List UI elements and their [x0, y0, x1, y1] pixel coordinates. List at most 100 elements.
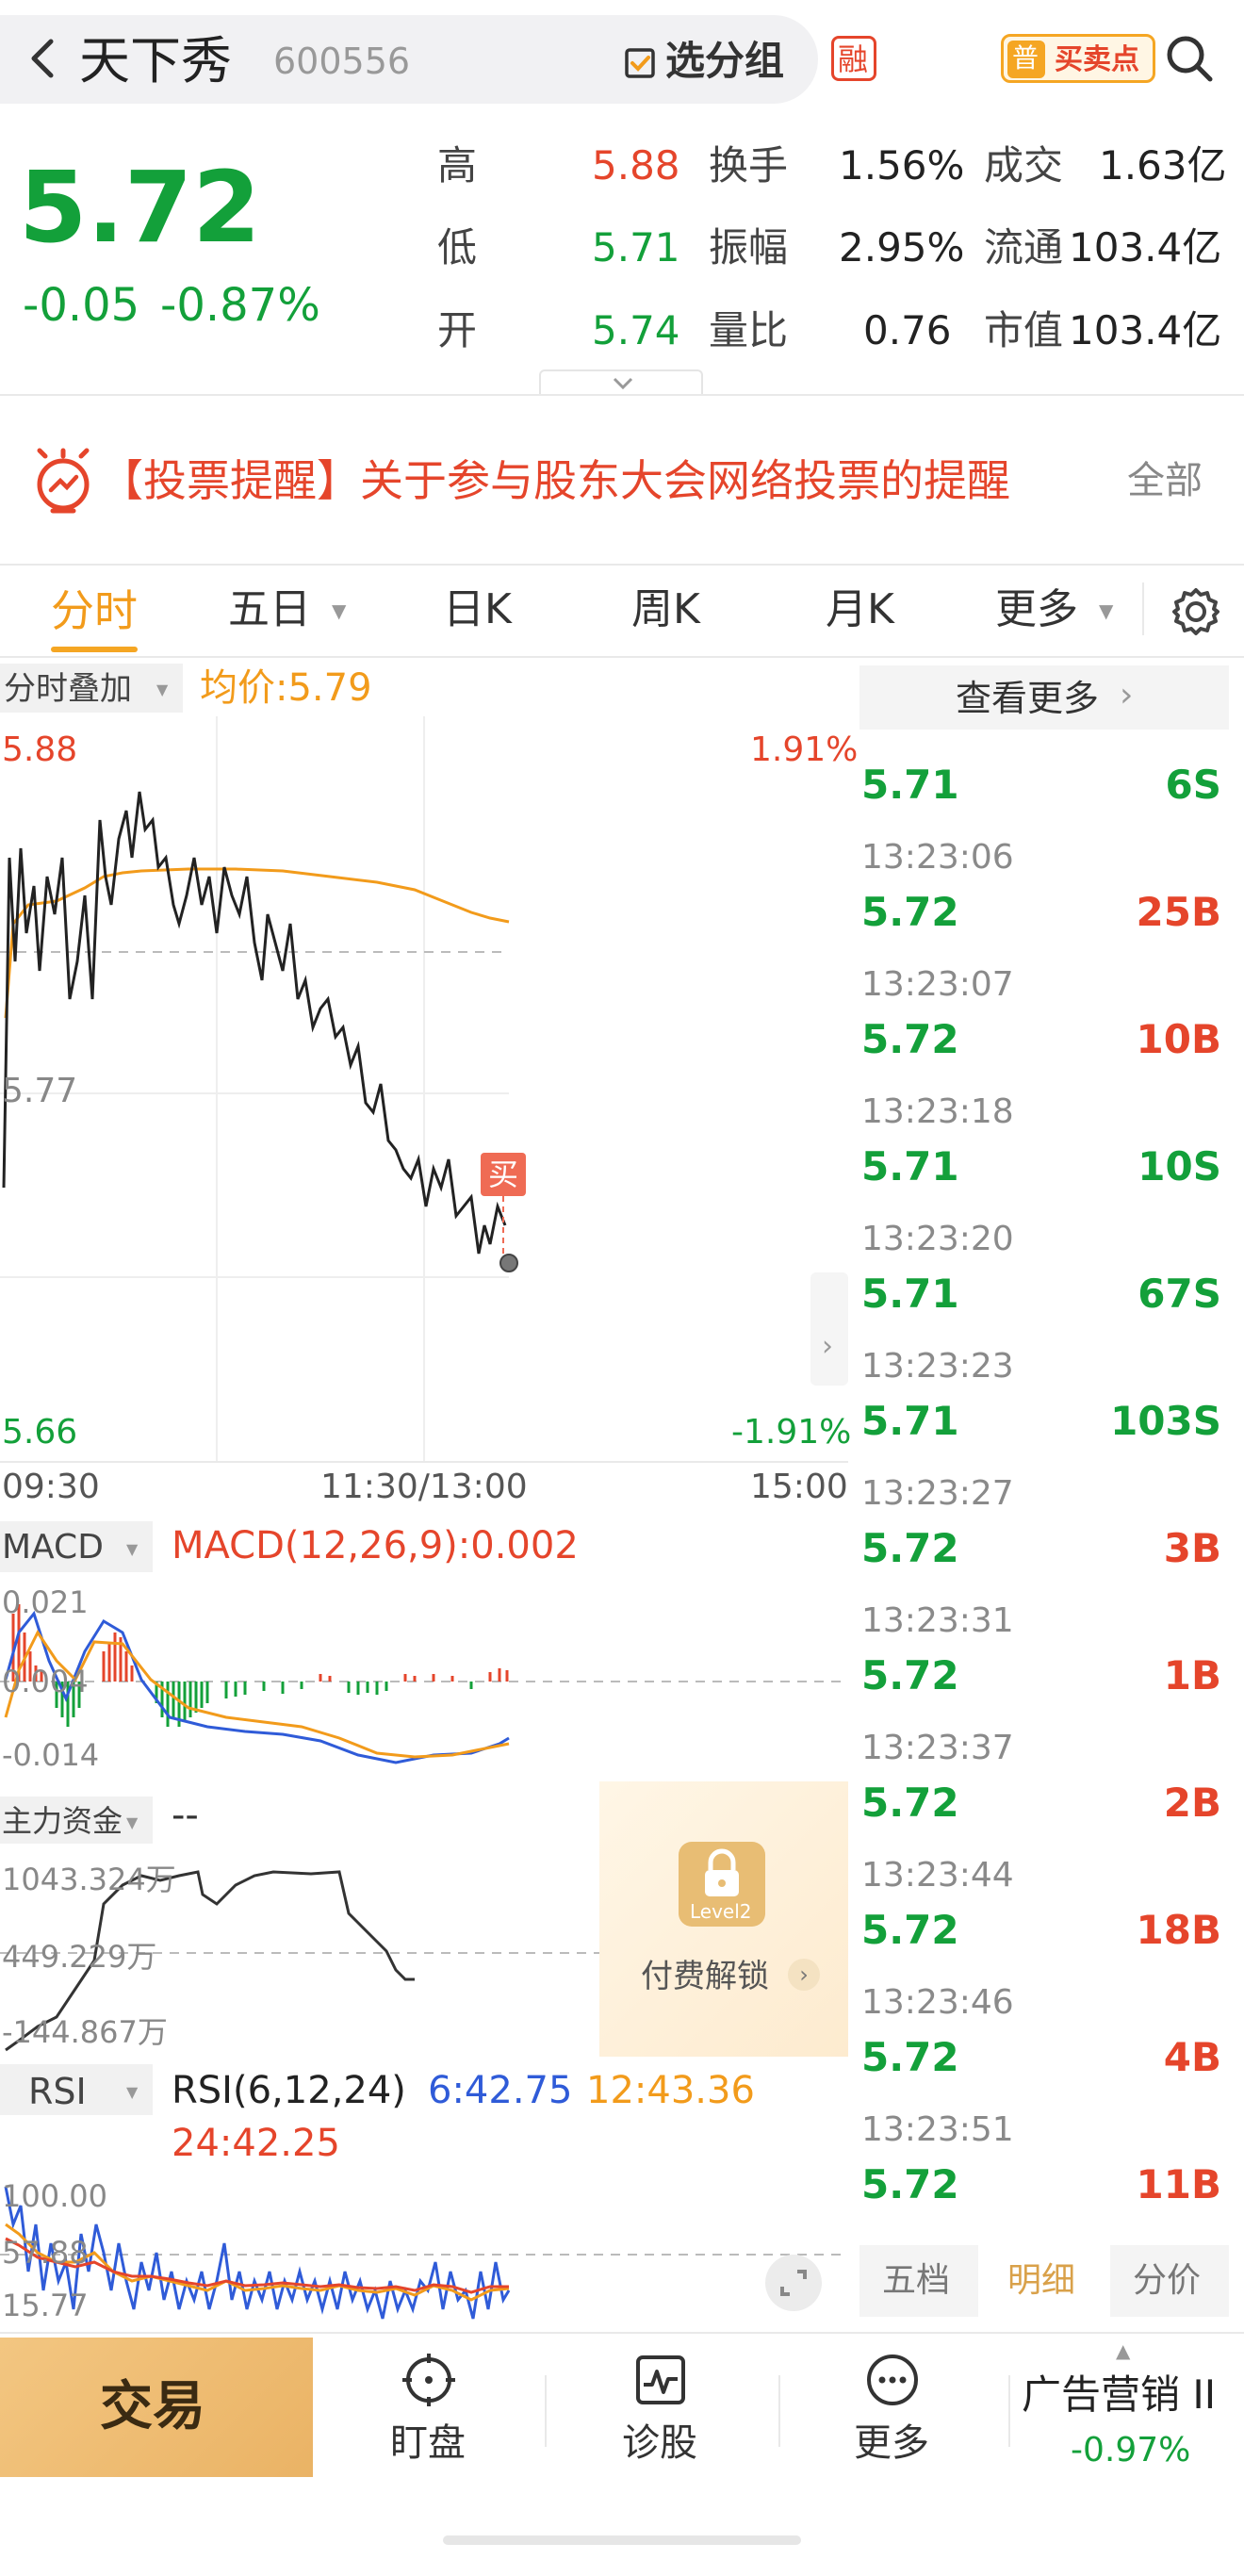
tick-time: 13:23:31 [861, 1601, 1014, 1640]
overlay-selector[interactable]: 分时叠加 ▼ [0, 664, 183, 713]
target-icon [402, 2354, 455, 2406]
macd-axis-mid: 0.004 [2, 1664, 89, 1699]
tab-day-k[interactable]: 日K [443, 589, 512, 631]
tick-price: 5.71 [861, 762, 959, 808]
tick-volume: 10B [1136, 1016, 1221, 1062]
tick-price: 5.71 [861, 1271, 959, 1317]
macd-axis-top: 0.021 [2, 1584, 89, 1620]
stat-label-market-cap: 市值 [984, 307, 1064, 353]
view-more-chevron: › [1120, 676, 1134, 714]
search-button[interactable] [1161, 30, 1218, 87]
signal-button[interactable]: 普 买卖点 [1001, 34, 1155, 83]
view-more-button[interactable]: 查看更多 › [859, 665, 1229, 730]
trade-label: 交易 [100, 2376, 205, 2437]
watch-label: 盯盘 [390, 2421, 466, 2465]
stock-code: 600556 [273, 41, 411, 82]
tick-price: 5.72 [861, 1907, 959, 1953]
chart-scroll-arrow[interactable]: › [822, 1333, 833, 1361]
overlay-label: 分时叠加 [4, 670, 132, 708]
more-dots-icon [867, 2354, 918, 2405]
unlock-panel[interactable]: Level2 付费解锁 › [599, 1781, 848, 2057]
rsi-6-value: 6:42.75 [428, 2069, 573, 2112]
rsi-selector[interactable]: RSI ▼ [0, 2064, 153, 2115]
depth-tabs: 五档 明细 分价 [859, 2245, 1229, 2317]
tab-five-day[interactable]: 五日 [228, 589, 311, 631]
notice-all-link[interactable]: 全部 [1127, 462, 1203, 500]
tab-more-caret: ▼ [1099, 599, 1114, 622]
tick-volume: 10S [1138, 1143, 1221, 1190]
tick-volume: 67S [1138, 1271, 1221, 1317]
time-axis-top [0, 1461, 848, 1463]
sector-up-caret: ▲ [1116, 2339, 1131, 2362]
capital-value: -- [172, 1794, 199, 1837]
tab-week-k[interactable]: 周K [631, 589, 700, 631]
tick-time: 13:23:51 [861, 2110, 1014, 2149]
tick-time: 13:23:23 [861, 1347, 1014, 1386]
price-change-pct: -0.87% [160, 279, 320, 332]
fullscreen-button[interactable] [765, 2255, 822, 2311]
tick-volume: 25B [1136, 889, 1221, 935]
view-more-label: 查看更多 [956, 678, 1100, 719]
back-button[interactable] [17, 32, 70, 85]
price-axis-high: 5.88 [2, 730, 78, 769]
checkbox-icon [625, 48, 655, 78]
rsi-axis-bot: 15.77 [2, 2288, 89, 2323]
trade-button[interactable]: 交易 [0, 2338, 313, 2477]
quote-divider [0, 394, 1244, 396]
margin-badge-label: 融 [838, 41, 869, 77]
tab-five-level[interactable]: 五档 [859, 2245, 978, 2317]
stat-value-low: 5.71 [592, 224, 680, 271]
rsi-24-value: 24:42.25 [172, 2122, 340, 2165]
diagnose-button[interactable]: 诊股 [571, 2351, 750, 2473]
tab-more[interactable]: 更多 [995, 589, 1078, 631]
tick-volume: 1B [1163, 1652, 1221, 1698]
lock-badge-label: Level2 [690, 1900, 752, 1923]
avg-price-label: 均价:5.79 [200, 666, 372, 710]
stat-label-high: 高 [437, 142, 478, 189]
stat-label-turnover: 换手 [709, 142, 789, 189]
time-axis-end: 15:00 [750, 1468, 848, 1506]
tick-price: 5.72 [861, 889, 959, 935]
watch-button[interactable]: 盯盘 [339, 2351, 518, 2473]
tab-price-dist-label: 分价 [1133, 2261, 1202, 2300]
notice-bar[interactable]: 【投票提醒】关于参与股东大会网络投票的提醒 全部 [0, 415, 1244, 547]
tick-price: 5.72 [861, 1780, 959, 1826]
overlay-caret: ▼ [156, 681, 169, 698]
select-group-button[interactable]: 选分组 [613, 36, 792, 87]
sector-name: 广告营销 II [1022, 2371, 1217, 2418]
search-icon [1167, 36, 1213, 82]
chevron-left-icon [31, 39, 54, 78]
tab-detail[interactable]: 明细 [985, 2245, 1104, 2317]
stat-value-amplitude: 2.95% [839, 224, 965, 271]
tab-intraday[interactable]: 分时 [51, 589, 138, 632]
sector-button[interactable]: ▲ 广告营销 II -0.97% [1018, 2341, 1244, 2473]
bottom-sep-2 [778, 2375, 780, 2447]
settings-button[interactable] [1169, 584, 1223, 639]
stat-label-amplitude: 振幅 [709, 224, 789, 271]
rsi-axis-mid: 57.88 [2, 2235, 89, 2271]
current-price: 5.72 [19, 150, 261, 265]
tab-intraday-underline [51, 647, 138, 652]
chevron-down-icon [613, 377, 633, 390]
pct-axis-high: 1.91% [750, 730, 859, 769]
rsi-selector-label: RSI [28, 2071, 87, 2112]
expand-quote-button[interactable] [539, 369, 703, 396]
tab-five-day-caret: ▼ [332, 599, 347, 622]
tab-price-dist[interactable]: 分价 [1110, 2245, 1229, 2317]
tick-price: 5.72 [861, 1525, 959, 1571]
macd-selector-label: MACD [2, 1528, 104, 1567]
select-group-label: 选分组 [665, 38, 785, 84]
tick-volume: 11B [1136, 2161, 1221, 2207]
macd-selector[interactable]: MACD ▼ [0, 1521, 153, 1572]
time-axis-mid: 11:30/13:00 [320, 1468, 528, 1506]
margin-badge[interactable]: 融 [831, 36, 876, 81]
more-button[interactable]: 更多 [803, 2351, 982, 2473]
capital-selector[interactable]: 主力资金 ▼ [0, 1797, 153, 1844]
macd-title: MACD(12,26,9):0.002 [172, 1524, 579, 1567]
stat-label-open: 开 [437, 307, 478, 353]
bottom-divider [0, 2332, 1244, 2334]
tab-month-k[interactable]: 月K [826, 589, 894, 631]
tick-time: 13:23:46 [861, 1983, 1014, 2022]
intraday-chart[interactable] [0, 716, 848, 1461]
macd-chart [0, 1604, 848, 1764]
